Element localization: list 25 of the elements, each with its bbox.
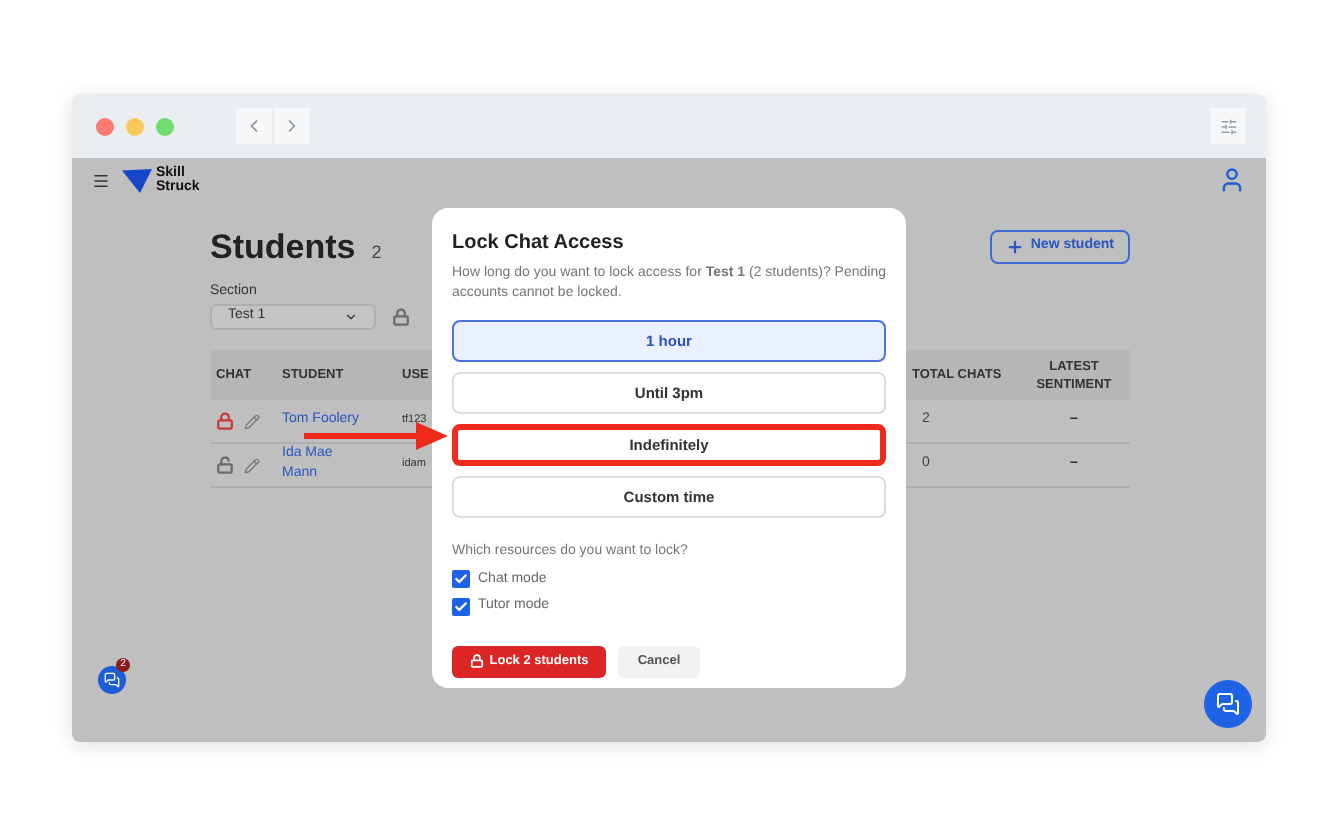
checkbox[interactable] <box>452 570 470 589</box>
page-title: Students <box>210 226 356 270</box>
edit-icon[interactable] <box>244 457 260 473</box>
lock-icon <box>469 654 484 668</box>
checkbox[interactable] <box>452 597 470 616</box>
sliders-icon <box>1219 117 1237 135</box>
chat-bubbles-icon <box>1216 692 1240 716</box>
user-icon[interactable] <box>1218 166 1246 194</box>
lock-icon[interactable] <box>392 308 410 326</box>
settings-button[interactable] <box>1210 108 1246 144</box>
logo-icon <box>122 167 152 193</box>
plus-icon <box>1006 238 1025 256</box>
arrow <box>304 422 448 450</box>
edit-icon[interactable] <box>244 413 260 429</box>
maximize-window-button[interactable] <box>156 117 174 135</box>
dialog-title: Lock Chat Access <box>452 230 626 258</box>
chevron-down-icon <box>344 310 358 324</box>
notifications-button[interactable] <box>98 666 126 694</box>
unlock-icon[interactable] <box>216 456 234 474</box>
menu-icon[interactable] <box>92 171 110 189</box>
chat-bubbles-icon <box>104 672 120 688</box>
student-count: 2 <box>371 240 382 266</box>
close-window-button[interactable] <box>96 117 114 135</box>
chat-button[interactable] <box>1204 680 1252 728</box>
lock-icon[interactable] <box>216 412 234 430</box>
